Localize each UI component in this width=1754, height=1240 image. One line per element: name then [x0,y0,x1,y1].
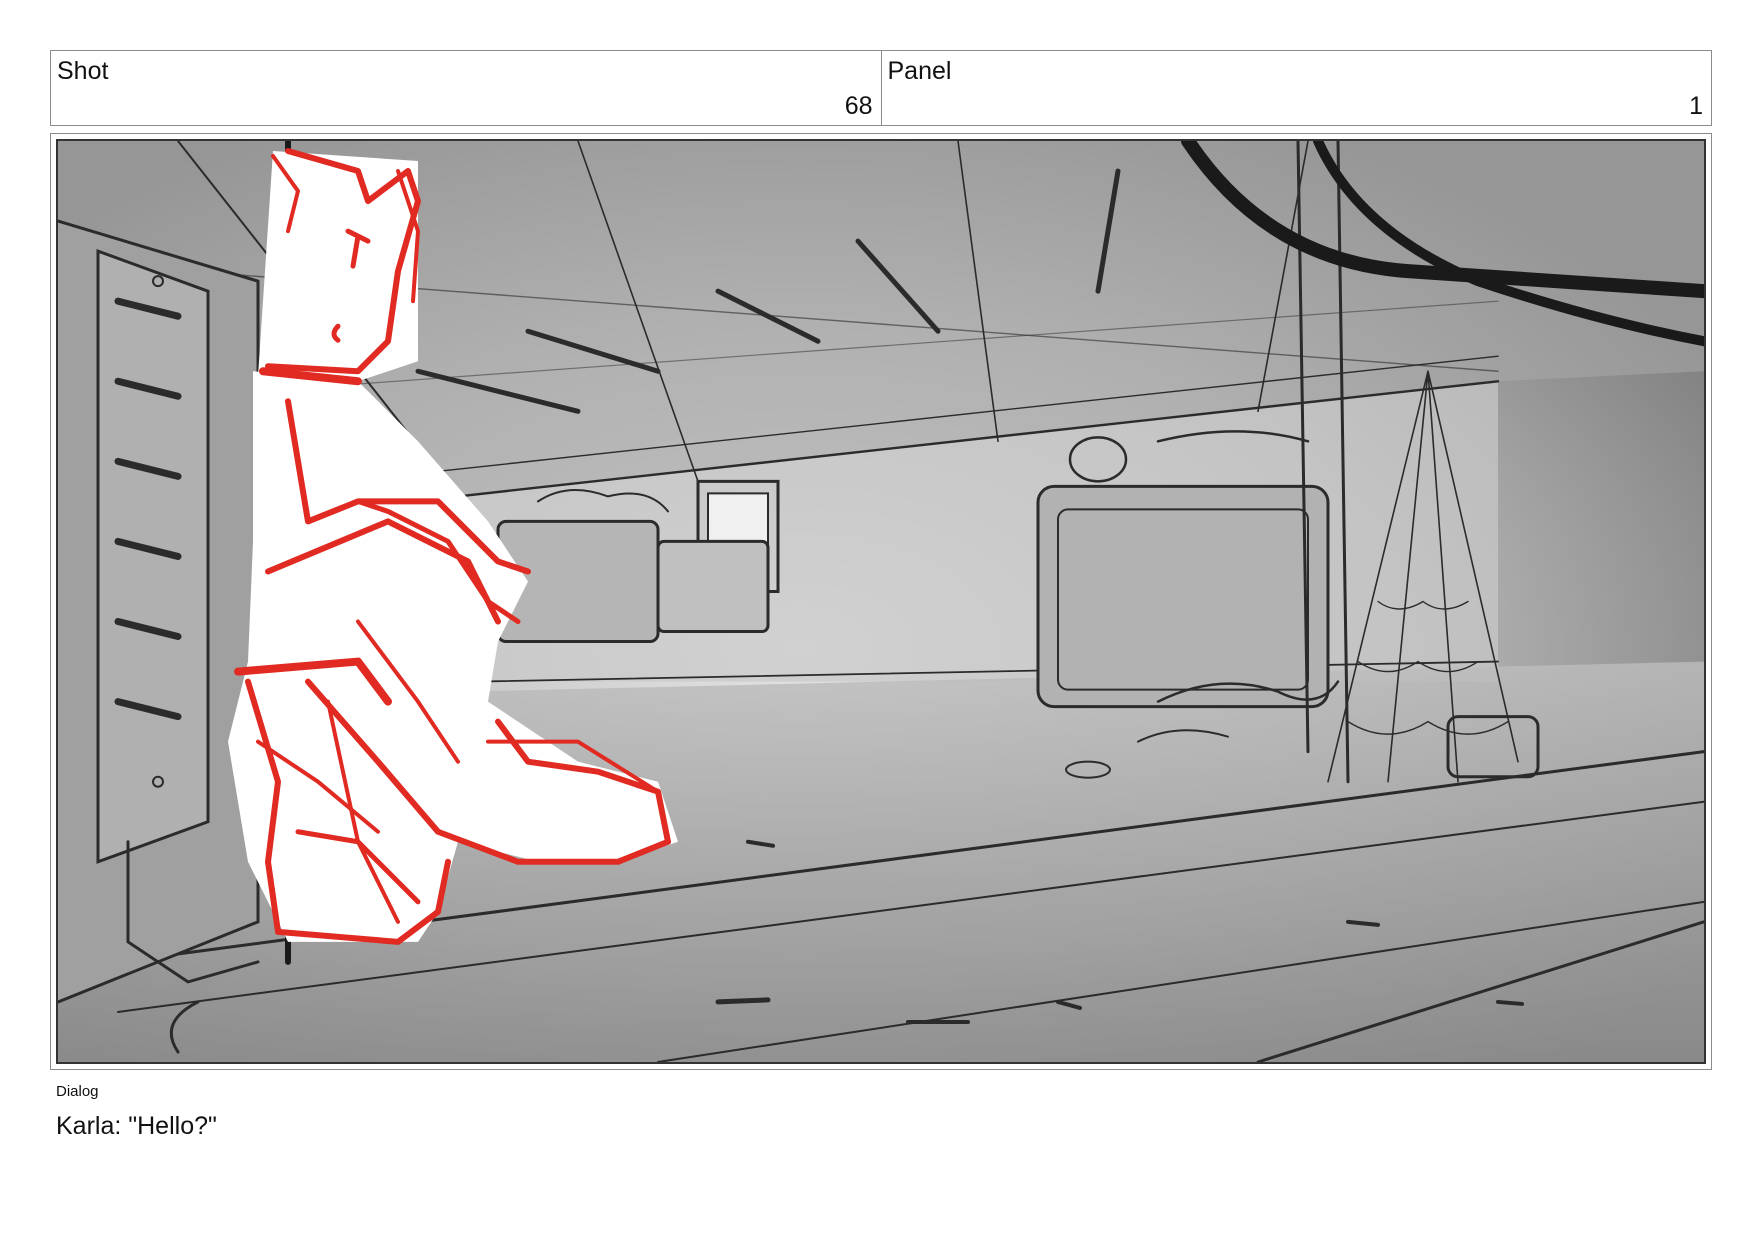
storyboard-frame [50,133,1712,1070]
panel-header: Shot 68 Panel 1 [50,50,1712,126]
panel-cell: Panel 1 [880,51,1712,125]
panel-label: Panel [887,57,952,85]
shot-label: Shot [57,57,109,85]
dialog-label: Dialog [56,1083,99,1100]
panel-number: 1 [1689,92,1703,120]
dialog-text: Karla: "Hello?" [56,1112,217,1140]
shot-number: 68 [844,92,873,120]
shot-cell: Shot 68 [51,51,881,125]
sketch-drawing [58,141,1704,1062]
storyboard-sketch-image [56,139,1706,1064]
